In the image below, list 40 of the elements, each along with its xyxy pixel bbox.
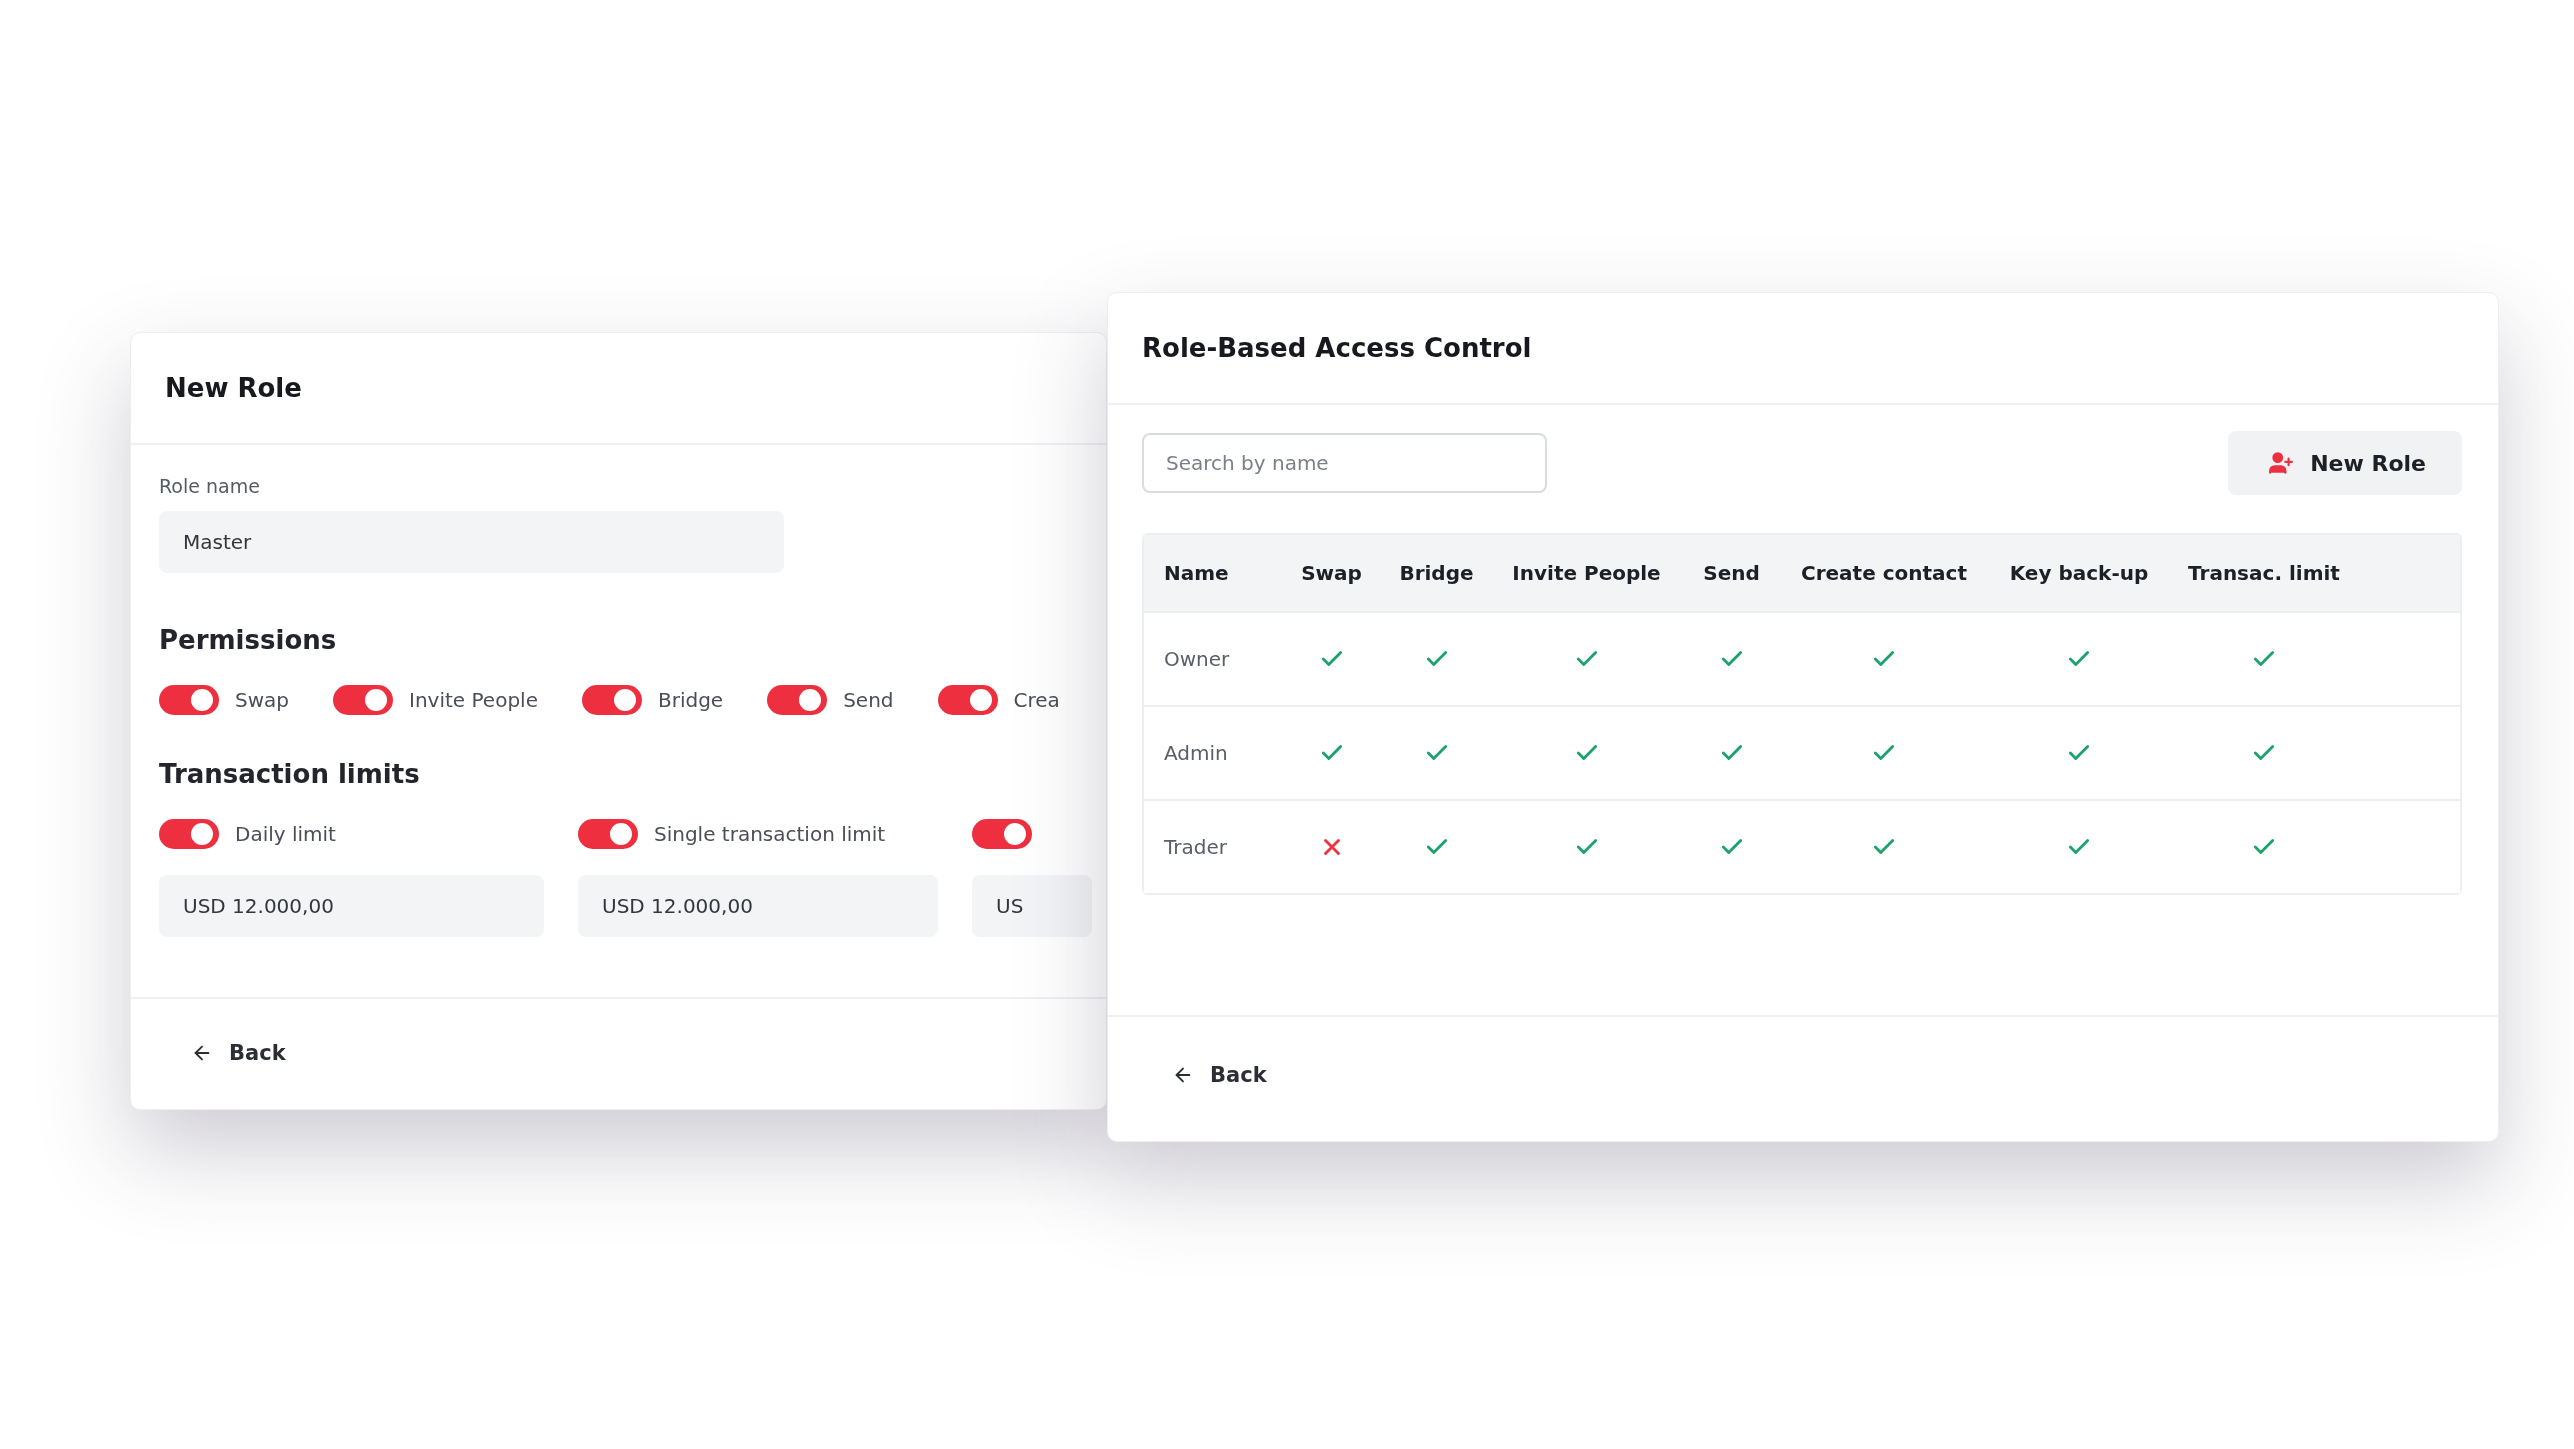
toggle-label: Crea: [1013, 688, 1060, 712]
toggle-switch[interactable]: [578, 819, 638, 849]
toggle-switch[interactable]: [159, 819, 219, 849]
toggle-switch[interactable]: [972, 819, 1032, 849]
role-name-field[interactable]: Master: [159, 511, 784, 573]
toggle-label: Single transaction limit: [654, 822, 886, 846]
role-name: Owner: [1163, 647, 1231, 671]
card-title: Role-Based Access Control: [1142, 333, 1532, 363]
column-header: Invite People: [1511, 561, 1662, 585]
column-header: Key back-up: [2008, 561, 2150, 585]
limit-field[interactable]: USD 12.000,00: [578, 875, 938, 937]
role-name: Trader: [1163, 835, 1228, 859]
toggle-switch[interactable]: [581, 685, 642, 715]
section-title: Permissions: [159, 625, 338, 655]
toggle-switch[interactable]: [333, 685, 393, 715]
toggle-switch[interactable]: [767, 685, 828, 715]
column-header: Create contact: [1800, 561, 1968, 585]
field-label: Role name: [159, 475, 261, 497]
toggle-label: Swap: [235, 688, 289, 712]
limit-field[interactable]: USD 12.000,00: [159, 875, 544, 937]
role-name: Admin: [1163, 741, 1229, 765]
back-button[interactable]: Back: [191, 1037, 286, 1069]
column-header: Swap: [1300, 561, 1363, 585]
card-title: New Role: [165, 373, 302, 403]
column-header: Transac. limit: [2187, 561, 2341, 585]
column-header: Bridge: [1398, 561, 1475, 585]
toggle-label: Send: [843, 688, 894, 712]
column-header: Send: [1702, 561, 1761, 585]
toggle-label: Bridge: [657, 688, 724, 712]
column-header: Name: [1163, 561, 1230, 585]
add-user-icon: [2268, 450, 2295, 476]
toggle-switch[interactable]: [159, 685, 219, 715]
back-button[interactable]: Back: [1172, 1059, 1267, 1091]
section-title: Transaction limits: [159, 759, 421, 789]
limit-field[interactable]: US: [972, 875, 1092, 937]
toggle-label: Invite People: [409, 688, 538, 712]
new-role-button[interactable]: New Role: [2228, 431, 2462, 495]
search-field[interactable]: Search by name: [1142, 433, 1547, 493]
toggle-label: Daily limit: [235, 822, 336, 846]
toggle-switch[interactable]: [937, 685, 998, 715]
